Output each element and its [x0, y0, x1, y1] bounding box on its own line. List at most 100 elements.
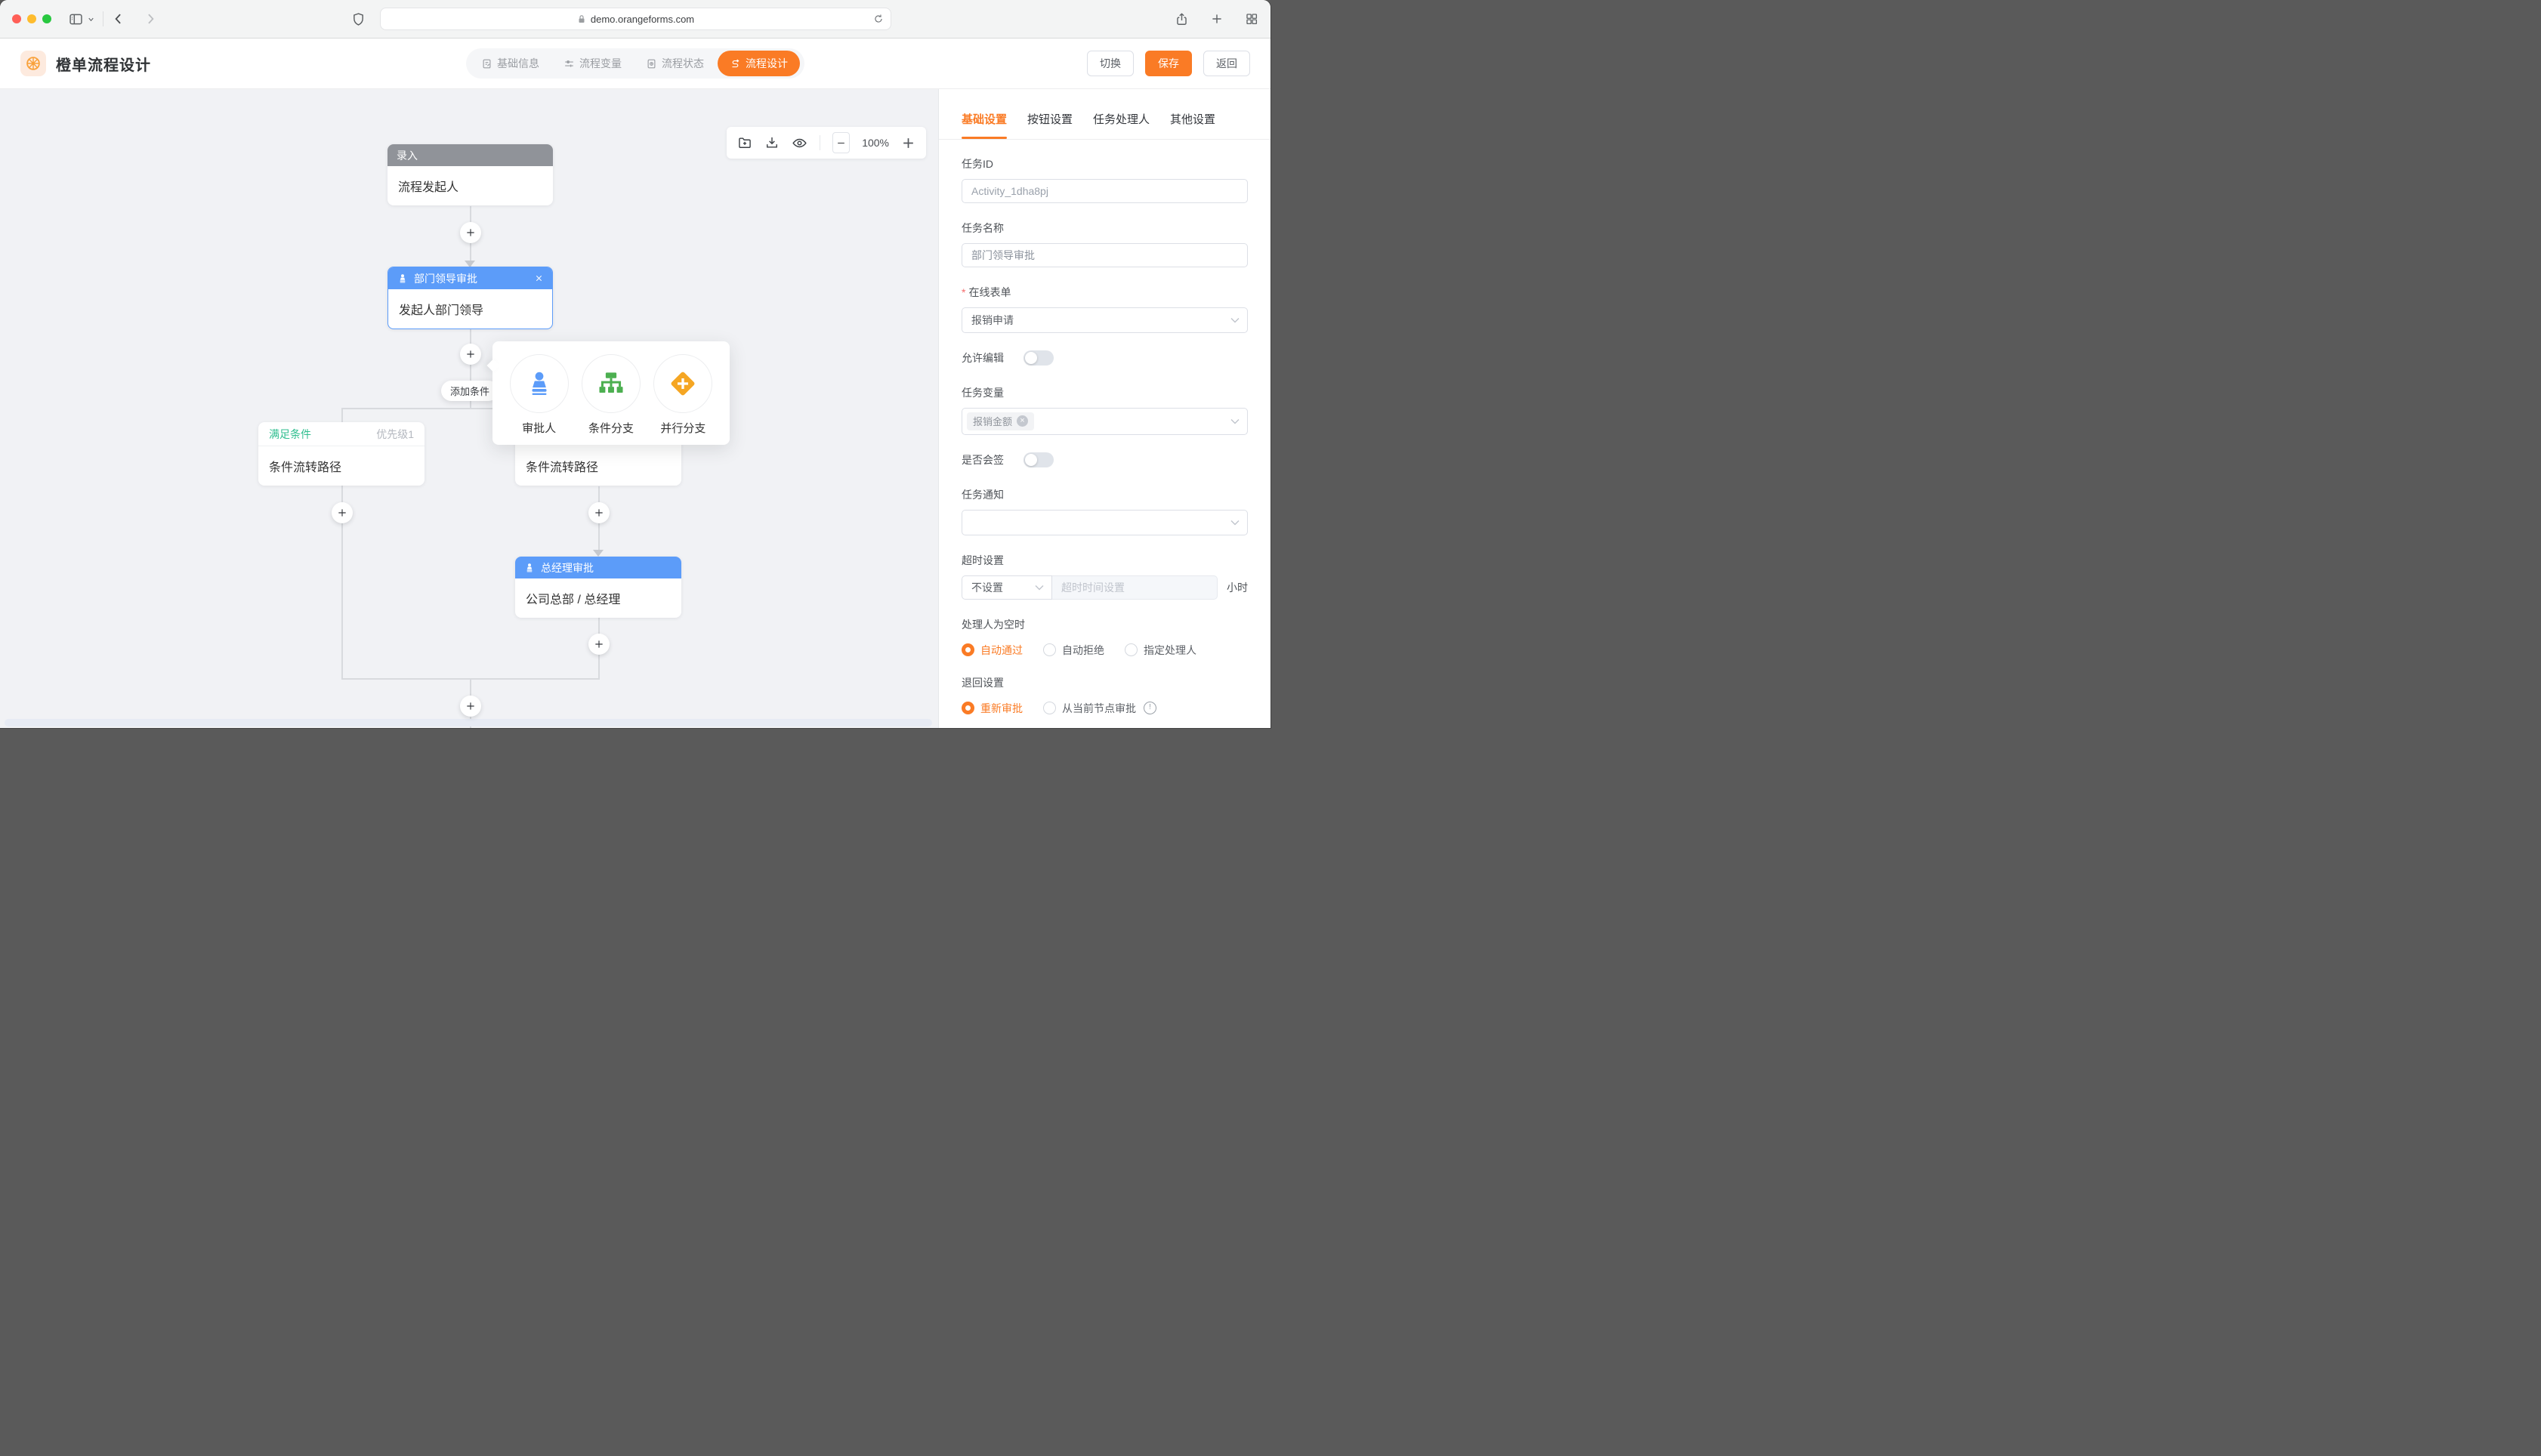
- minus-icon: [836, 138, 846, 148]
- popup-item-approver[interactable]: 审批人: [507, 354, 571, 445]
- chevron-down-icon[interactable]: [87, 15, 95, 23]
- countersign-toggle[interactable]: [1024, 452, 1054, 467]
- popup-item-condition-branch[interactable]: 条件分支: [579, 354, 643, 445]
- timeout-mode-select[interactable]: 不设置: [962, 575, 1052, 600]
- radio-label: 重新审批: [980, 701, 1023, 716]
- select-value: 报销申请: [971, 313, 1014, 328]
- node-condition-left-body: 条件流转路径: [258, 446, 425, 486]
- tab-label: 基础信息: [497, 56, 539, 71]
- field-label: 退回设置: [962, 675, 1248, 690]
- delete-node-icon[interactable]: [535, 274, 543, 282]
- node-condition-left[interactable]: 满足条件 优先级1 条件流转路径: [258, 422, 425, 486]
- add-node-button[interactable]: [588, 502, 610, 523]
- plus-icon: [901, 136, 915, 150]
- plus-icon: [465, 349, 476, 359]
- flow-nav-tabs: 基础信息 流程变量 流程状态 流程设计: [466, 48, 804, 79]
- minimize-window-button[interactable]: [27, 14, 36, 23]
- popup-item-parallel-branch[interactable]: 并行分支: [651, 354, 715, 445]
- flow-canvas[interactable]: 录入 流程发起人 部门领导审批 发起人部门领导: [0, 89, 938, 728]
- radio-dot: [1125, 643, 1138, 656]
- tab-basic-settings[interactable]: 基础设置: [962, 111, 1007, 139]
- horizontal-scrollbar[interactable]: [5, 719, 932, 726]
- remove-tag-icon[interactable]: [1017, 415, 1028, 427]
- reload-icon[interactable]: [873, 14, 884, 24]
- radio-auto-approve[interactable]: 自动通过: [962, 643, 1023, 658]
- add-node-button[interactable]: [460, 696, 481, 717]
- back-button-app[interactable]: 返回: [1203, 51, 1250, 76]
- settings-form: 任务ID 任务名称 * 在线表单 报销申请: [939, 140, 1270, 728]
- plus-icon: [594, 507, 604, 518]
- node-gm-title: 总经理审批: [541, 560, 594, 575]
- tab-flow-variables[interactable]: 流程变量: [551, 48, 634, 79]
- close-window-button[interactable]: [12, 14, 21, 23]
- tab-button-settings[interactable]: 按钮设置: [1027, 111, 1073, 139]
- condition-met-label: 满足条件: [269, 427, 311, 442]
- field-task-variable: 任务变量 报销金额: [962, 385, 1248, 435]
- field-label: 处理人为空时: [962, 617, 1248, 632]
- doc-edit-icon: [481, 58, 492, 69]
- node-condition-right-body: 条件流转路径: [515, 446, 681, 486]
- download-icon[interactable]: [764, 135, 780, 150]
- share-icon[interactable]: [1175, 12, 1189, 26]
- tab-other-settings[interactable]: 其他设置: [1170, 111, 1215, 139]
- radio-re-approve[interactable]: 重新审批: [962, 701, 1023, 716]
- traffic-lights: [12, 14, 51, 23]
- add-node-button[interactable]: [588, 634, 610, 655]
- field-label: 在线表单: [968, 285, 1011, 300]
- tab-task-handler[interactable]: 任务处理人: [1093, 111, 1150, 139]
- import-file-icon[interactable]: [737, 135, 752, 150]
- save-button[interactable]: 保存: [1145, 51, 1192, 76]
- address-bar[interactable]: demo.orangeforms.com: [380, 8, 891, 30]
- node-dept-title: 部门领导审批: [414, 271, 477, 286]
- node-gm-approval[interactable]: 总经理审批 公司总部 / 总经理: [515, 557, 681, 618]
- allow-edit-toggle[interactable]: [1024, 350, 1054, 366]
- page-title: 橙单流程设计: [56, 53, 151, 75]
- tag-label: 报销金额: [973, 414, 1012, 428]
- doc-status-icon: [646, 58, 657, 69]
- forward-button[interactable]: [143, 11, 158, 26]
- parallel-branch-icon: [667, 368, 699, 399]
- preview-eye-icon[interactable]: [792, 135, 807, 151]
- task-notify-select[interactable]: [962, 510, 1248, 535]
- tab-label: 流程变量: [579, 56, 622, 71]
- radio-assign-handler[interactable]: 指定处理人: [1125, 643, 1196, 658]
- radio-label: 指定处理人: [1144, 643, 1196, 658]
- radio-from-current-node[interactable]: 从当前节点审批: [1043, 701, 1156, 716]
- timeout-value-input[interactable]: 超时时间设置: [1052, 575, 1218, 600]
- tab-overview-icon[interactable]: [1245, 12, 1258, 26]
- task-variable-select[interactable]: 报销金额: [962, 408, 1248, 435]
- zoom-out-button[interactable]: [832, 132, 850, 153]
- sidebar-toggle-icon[interactable]: [68, 11, 84, 27]
- task-name-input[interactable]: [962, 243, 1248, 267]
- field-label: 任务ID: [962, 156, 1248, 171]
- popup-item-label: 审批人: [507, 420, 571, 436]
- plus-icon: [465, 701, 476, 711]
- tab-flow-design[interactable]: 流程设计: [718, 51, 800, 76]
- select-value: 不设置: [971, 580, 1003, 595]
- radio-dot: [962, 643, 974, 656]
- node-dept-approval[interactable]: 部门领导审批 发起人部门领导: [387, 267, 553, 329]
- approver-stamp-icon: [524, 563, 535, 573]
- add-node-button[interactable]: [460, 222, 481, 243]
- chevron-down-icon: [1230, 520, 1240, 526]
- fullscreen-window-button[interactable]: [42, 14, 51, 23]
- back-button[interactable]: [111, 11, 126, 26]
- tab-flow-status[interactable]: 流程状态: [634, 48, 716, 79]
- zoom-in-button[interactable]: [901, 136, 915, 150]
- approver-stamp-icon: [525, 369, 554, 398]
- switch-button[interactable]: 切换: [1087, 51, 1134, 76]
- required-asterisk: *: [962, 286, 965, 298]
- field-allow-edit: 允许编辑: [962, 350, 1248, 366]
- node-gm-body: 公司总部 / 总经理: [515, 578, 681, 618]
- tab-basic-info[interactable]: 基础信息: [469, 48, 551, 79]
- radio-auto-reject[interactable]: 自动拒绝: [1043, 643, 1104, 658]
- node-start[interactable]: 录入 流程发起人: [387, 144, 553, 205]
- privacy-shield-icon[interactable]: [352, 12, 365, 26]
- add-node-button[interactable]: [332, 502, 353, 523]
- online-form-select[interactable]: 报销申请: [962, 307, 1248, 333]
- task-id-input[interactable]: [962, 179, 1248, 203]
- new-tab-icon[interactable]: [1210, 12, 1224, 26]
- chevron-down-icon: [1230, 418, 1240, 424]
- add-condition-label[interactable]: 添加条件: [441, 381, 499, 401]
- add-node-button[interactable]: [460, 344, 481, 365]
